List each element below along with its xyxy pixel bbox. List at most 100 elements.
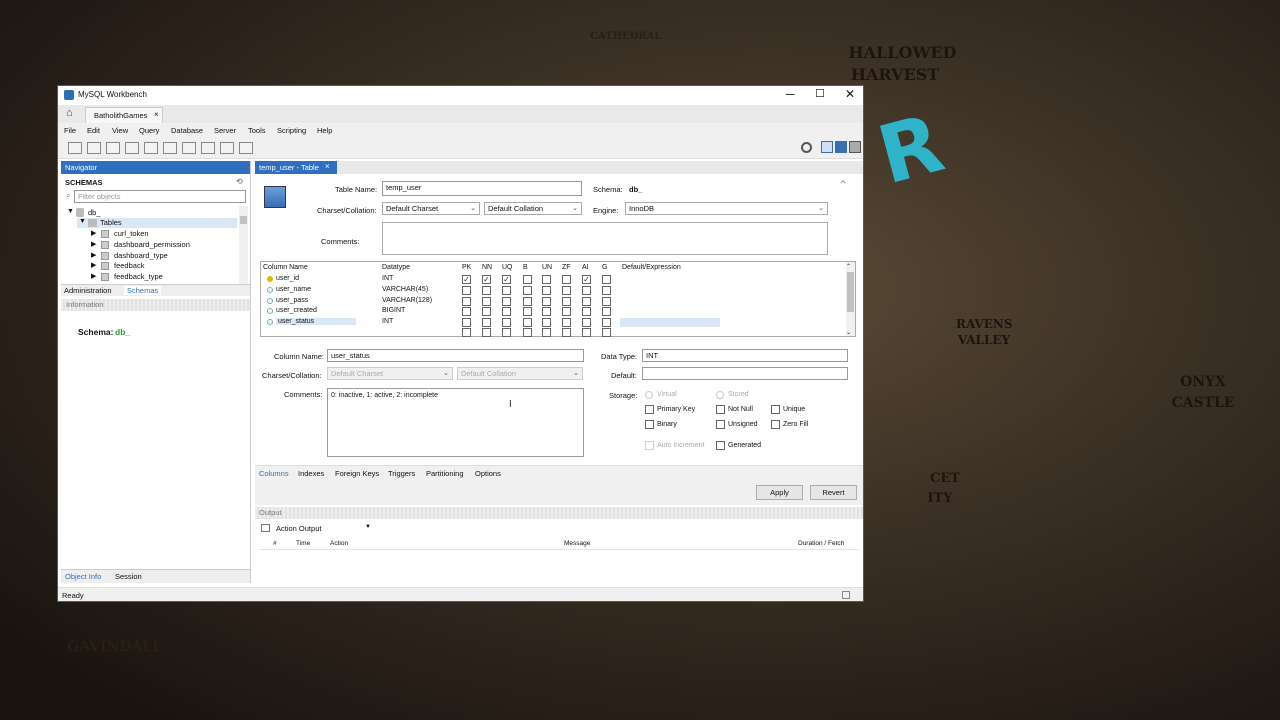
- flag-checkbox[interactable]: [582, 318, 591, 328]
- flag-checkbox[interactable]: [602, 285, 611, 295]
- flag-checkbox[interactable]: [523, 275, 532, 284]
- virtual-radio[interactable]: [645, 391, 653, 399]
- toggle-secondary-sidebar-icon[interactable]: [849, 141, 861, 153]
- flag-checkbox[interactable]: [582, 307, 591, 317]
- flag-checkbox[interactable]: [542, 296, 551, 306]
- revert-button[interactable]: Revert: [810, 485, 857, 500]
- flag-checkbox[interactable]: [523, 318, 532, 328]
- flag-checkbox[interactable]: [523, 285, 532, 295]
- create-schema-icon[interactable]: [125, 142, 139, 154]
- column-collation-select[interactable]: Default Collation ⌄: [457, 367, 583, 380]
- column-comments-textarea[interactable]: 0: inactive, 1: active, 2: incomplete: [327, 388, 584, 457]
- home-icon[interactable]: ⌂: [66, 107, 73, 119]
- create-table-icon[interactable]: [144, 142, 158, 154]
- table-name-input[interactable]: temp_user: [382, 181, 582, 196]
- default-input[interactable]: [642, 367, 848, 380]
- engine-select[interactable]: InnoDB ⌄: [625, 202, 828, 215]
- unique-checkbox[interactable]: [771, 405, 780, 414]
- flag-checkbox[interactable]: [562, 296, 571, 306]
- flag-checkbox[interactable]: [462, 328, 471, 337]
- tab-schemas[interactable]: Schemas: [124, 286, 162, 295]
- tab-administration[interactable]: Administration: [64, 286, 112, 295]
- toggle-sidebar-icon[interactable]: [821, 141, 833, 153]
- flag-checkbox[interactable]: [482, 307, 491, 317]
- flag-checkbox[interactable]: [582, 328, 591, 337]
- tab-session[interactable]: Session: [115, 572, 142, 581]
- grid-scrollbar[interactable]: ⌃ ⌄: [846, 262, 855, 336]
- table-item[interactable]: ▶ feedback_type: [91, 272, 231, 282]
- close-button[interactable]: ✕: [845, 87, 855, 101]
- settings-icon[interactable]: [801, 142, 812, 153]
- table-item[interactable]: ▶ dashboard_type: [91, 251, 231, 261]
- new-sql-tab-icon[interactable]: [68, 142, 82, 154]
- column-charset-select[interactable]: Default Charset ⌄: [327, 367, 453, 380]
- new-column-row[interactable]: [261, 328, 846, 337]
- inspector-icon[interactable]: [106, 142, 120, 154]
- auto-increment-checkbox[interactable]: [645, 441, 654, 450]
- flag-checkbox[interactable]: [602, 328, 611, 337]
- menu-tools[interactable]: Tools: [248, 126, 266, 135]
- subtab-columns[interactable]: Columns: [259, 469, 289, 478]
- close-tab-icon[interactable]: ×: [154, 110, 159, 119]
- menu-server[interactable]: Server: [214, 126, 236, 135]
- chevron-down-icon[interactable]: ⌄: [846, 329, 851, 336]
- flag-checkbox[interactable]: ✓: [482, 275, 491, 284]
- flag-checkbox[interactable]: [542, 318, 551, 328]
- flag-checkbox[interactable]: [462, 296, 471, 306]
- zero-fill-checkbox[interactable]: [771, 420, 780, 429]
- flag-checkbox[interactable]: [602, 296, 611, 306]
- flag-checkbox[interactable]: [523, 307, 532, 317]
- menu-edit[interactable]: Edit: [87, 126, 100, 135]
- binary-checkbox[interactable]: [645, 420, 654, 429]
- flag-checkbox[interactable]: [542, 285, 551, 295]
- chevron-up-icon[interactable]: ⌃: [846, 263, 851, 270]
- create-function-icon[interactable]: [201, 142, 215, 154]
- flag-checkbox[interactable]: [602, 275, 611, 284]
- flag-checkbox[interactable]: [462, 285, 471, 295]
- subtab-options[interactable]: Options: [475, 469, 501, 478]
- flag-checkbox[interactable]: [523, 328, 532, 337]
- column-row[interactable]: user_pass VARCHAR(128): [261, 296, 846, 307]
- table-item[interactable]: ▶ feedback: [91, 261, 231, 271]
- menu-file[interactable]: File: [64, 126, 76, 135]
- flag-checkbox[interactable]: [602, 307, 611, 317]
- filter-objects-input[interactable]: Filter objects: [74, 190, 246, 203]
- flag-checkbox[interactable]: ✓: [582, 275, 591, 284]
- menu-scripting[interactable]: Scripting: [277, 126, 306, 135]
- default-expression-cell[interactable]: [620, 318, 720, 328]
- flag-checkbox[interactable]: [602, 318, 611, 328]
- flag-checkbox[interactable]: [482, 328, 491, 337]
- menu-view[interactable]: View: [112, 126, 128, 135]
- flag-checkbox[interactable]: [502, 285, 511, 295]
- output-mode-select[interactable]: Action Output ▼: [273, 523, 373, 535]
- navigator-scrollbar[interactable]: [239, 206, 248, 284]
- generated-checkbox[interactable]: [716, 441, 725, 450]
- column-row[interactable]: user_created BIGINT: [261, 306, 846, 317]
- flag-checkbox[interactable]: ✓: [462, 275, 471, 284]
- create-view-icon[interactable]: [163, 142, 177, 154]
- flag-checkbox[interactable]: [562, 285, 571, 295]
- tab-object-info[interactable]: Object Info: [65, 572, 101, 581]
- flag-checkbox[interactable]: [482, 285, 491, 295]
- schema-name[interactable]: db_: [88, 208, 101, 217]
- flag-checkbox[interactable]: [562, 318, 571, 328]
- search-table-icon[interactable]: [220, 142, 234, 154]
- column-row[interactable]: user_status INT: [261, 317, 846, 328]
- collapse-header-icon[interactable]: ⌃: [838, 178, 848, 192]
- data-type-input[interactable]: INT: [642, 349, 848, 362]
- flag-checkbox[interactable]: [542, 275, 551, 284]
- connection-tab[interactable]: BatholithGames ×: [85, 107, 163, 123]
- subtab-partitioning[interactable]: Partitioning: [426, 469, 464, 478]
- close-editor-tab-icon[interactable]: ×: [325, 162, 330, 171]
- collation-select[interactable]: Default Collation ⌄: [484, 202, 582, 215]
- editor-tab[interactable]: temp_user - Table ×: [255, 161, 337, 174]
- stored-radio[interactable]: [716, 391, 724, 399]
- subtab-foreign-keys[interactable]: Foreign Keys: [335, 469, 379, 478]
- open-sql-icon[interactable]: [87, 142, 101, 154]
- flag-checkbox[interactable]: [562, 328, 571, 337]
- table-item[interactable]: ▶ dashboard_permission: [91, 240, 231, 250]
- charset-select[interactable]: Default Charset ⌄: [382, 202, 480, 215]
- flag-checkbox[interactable]: [462, 307, 471, 317]
- table-item[interactable]: ▶ curl_token: [91, 229, 231, 239]
- unsigned-checkbox[interactable]: [716, 420, 725, 429]
